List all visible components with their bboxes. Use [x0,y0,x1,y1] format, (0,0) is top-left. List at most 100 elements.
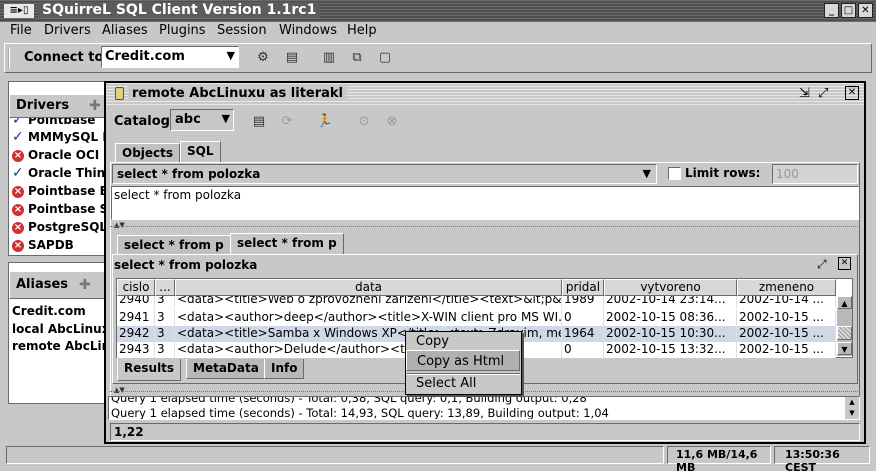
driver-item[interactable]: × SAPDB [12,236,106,254]
table-cell-vytvoreno[interactable]: 2002-10-15 13:32... [604,342,737,358]
session-close-icon[interactable]: ✕ [845,86,859,100]
maximize-icon[interactable]: □ [841,3,856,18]
log-area[interactable]: Query 1 elapsed time (seconds) - Total: … [108,396,860,420]
table-cell-data[interactable]: <data><author>deep</author><title>X-WIN … [175,310,562,326]
driver-item-label: SAPDB [28,238,74,252]
menu-file[interactable]: File [10,22,32,40]
sql-editor[interactable]: select * from polozka [111,186,859,220]
column-header-typ[interactable]: ... [155,279,175,296]
sql-history-select[interactable]: select * from polozka ▼ [112,164,657,184]
result-tab-1[interactable]: select * from p [117,235,231,255]
table-cell-zmeneno[interactable]: 2002-10-15 ... [737,326,836,342]
table-cell-typ[interactable]: 3 [155,296,175,308]
context-menu-copy[interactable]: Copy [406,331,520,352]
column-header-cislo[interactable]: cislo [117,279,155,296]
scroll-up-icon[interactable]: ▲ [837,296,852,309]
maximize-window-icon[interactable]: ▢ [376,48,394,66]
context-menu-copy-as-html[interactable]: Copy as Html [406,350,520,371]
table-cell-pridal[interactable]: 1989 [562,296,604,308]
driver-item[interactable]: × Pointbase E [12,182,106,200]
execute-icon[interactable]: ⊙ [355,112,373,130]
table-cell-vytvoreno[interactable]: 2002-10-14 23:14... [604,296,737,308]
context-menu-select-all[interactable]: Select All [406,373,520,394]
menu-windows[interactable]: Windows [279,22,337,40]
cursor-position: 1,22 [114,425,144,439]
result-detach-icon[interactable]: ⤢ [817,257,827,272]
close-icon[interactable]: ✕ [858,3,873,18]
result-close-icon[interactable]: ✕ [838,257,851,270]
stop-icon[interactable]: ⊗ [383,112,401,130]
table-cell-cislo[interactable]: 2942 [117,326,155,342]
error-icon: × [12,239,24,252]
limit-rows-checkbox[interactable] [668,167,681,180]
minimize-icon[interactable]: _ [824,3,839,18]
menu-session[interactable]: Session [217,22,267,40]
driver-icon[interactable]: ▤ [283,48,301,66]
driver-item[interactable]: ✓ Pointbase [12,118,106,128]
menu-drivers[interactable]: Drivers [44,22,91,40]
driver-item[interactable]: × Pointbase S [12,200,106,218]
table-cell-cislo[interactable]: 2940 [117,296,155,308]
driver-item[interactable]: × PostgreSQL [12,218,106,236]
menu-plugins[interactable]: Plugins [159,22,206,40]
tile-vertical-icon[interactable]: ▥ [320,48,338,66]
table-cell-zmeneno[interactable]: 2002-10-15 ... [737,310,836,326]
app-title-bar[interactable]: ≡▸▯ SQuirreL SQL Client Version 1.1rc1 _… [0,0,876,22]
table-cell-pridal[interactable]: 1964 [562,326,604,342]
catalog-select[interactable]: abc ▼ [170,109,234,131]
log-scrollbar[interactable]: ▲ ▼ [845,397,859,419]
add-alias-icon[interactable]: ✚ [79,277,91,293]
splitter[interactable] [110,226,860,229]
session-minimize-icon[interactable]: ⇲ [799,86,810,101]
table-cell-vytvoreno[interactable]: 2002-10-15 08:36... [604,310,737,326]
table-row[interactable]: 2941 3 <data><author>deep</author><title>X… [117,310,836,326]
table-cell-pridal[interactable]: 0 [562,342,604,358]
connect-select[interactable]: Credit.com ▼ [101,46,239,68]
grid-scrollbar[interactable]: ▲ ▼ [837,296,852,356]
menu-help[interactable]: Help [347,22,377,40]
alias-item[interactable]: Credit.com [12,302,86,320]
table-cell-data[interactable]: <data><title>Web o zprovozneni zarizeni<… [175,296,562,308]
drivers-title: Drivers [16,98,70,113]
session-title: remote AbcLinuxu as literakl [128,86,348,101]
scroll-thumb[interactable] [837,326,852,340]
connect-icon[interactable]: ⚙ [254,48,272,66]
alias-item[interactable]: local AbcLinux [12,320,109,338]
table-row[interactable]: 2940 3 <data><title>Web o zprovozneni zari… [117,296,836,308]
table-cell-typ[interactable]: 3 [155,326,175,342]
refresh-icon[interactable]: ⟳ [278,112,296,130]
run-icon[interactable]: 🏃 [316,112,334,130]
menu-aliases[interactable]: Aliases [102,22,148,40]
limit-rows-input[interactable]: 100 [772,164,858,184]
tab-objects[interactable]: Objects [115,143,181,163]
driver-item[interactable]: ✓ Oracle Thin [12,164,106,182]
tab-info[interactable]: Info [264,359,305,379]
driver-item-label: PostgreSQL [28,220,106,234]
table-cell-zmeneno[interactable]: 2002-10-14 ... [737,296,836,308]
table-cell-cislo[interactable]: 2941 [117,310,155,326]
table-cell-vytvoreno[interactable]: 2002-10-15 10:30... [604,326,737,342]
result-tab-2[interactable]: select * from p [230,233,344,255]
tab-results[interactable]: Results [117,359,182,381]
table-cell-pridal[interactable]: 0 [562,310,604,326]
tab-sql[interactable]: SQL [180,141,221,163]
table-cell-typ[interactable]: 3 [155,342,175,358]
driver-item[interactable]: ✓ MMMySQL D [12,128,106,146]
table-cell-cislo[interactable]: 2943 [117,342,155,358]
table-cell-zmeneno[interactable]: 2002-10-15 ... [737,342,836,358]
driver-item[interactable]: × Oracle OCI [12,146,106,164]
driver-item-label: Pointbase S [28,202,106,216]
column-header-data[interactable]: data [175,279,562,296]
tab-metadata[interactable]: MetaData [186,359,266,379]
column-header-vytvoreno[interactable]: vytvoreno [604,279,737,296]
add-driver-icon[interactable]: ✚ [89,98,101,114]
column-header-pridal[interactable]: pridal [562,279,604,296]
cascade-icon[interactable]: ⧉ [348,48,366,66]
position-status: 1,22 [110,423,860,441]
alias-item[interactable]: remote AbcLin [12,337,110,355]
sql-history-icon[interactable]: ▤ [250,112,268,130]
column-header-zmeneno[interactable]: zmeneno [737,279,836,296]
session-maximize-icon[interactable]: ⤢ [818,86,828,101]
scroll-down-icon[interactable]: ▼ [837,342,852,355]
table-cell-typ[interactable]: 3 [155,310,175,326]
